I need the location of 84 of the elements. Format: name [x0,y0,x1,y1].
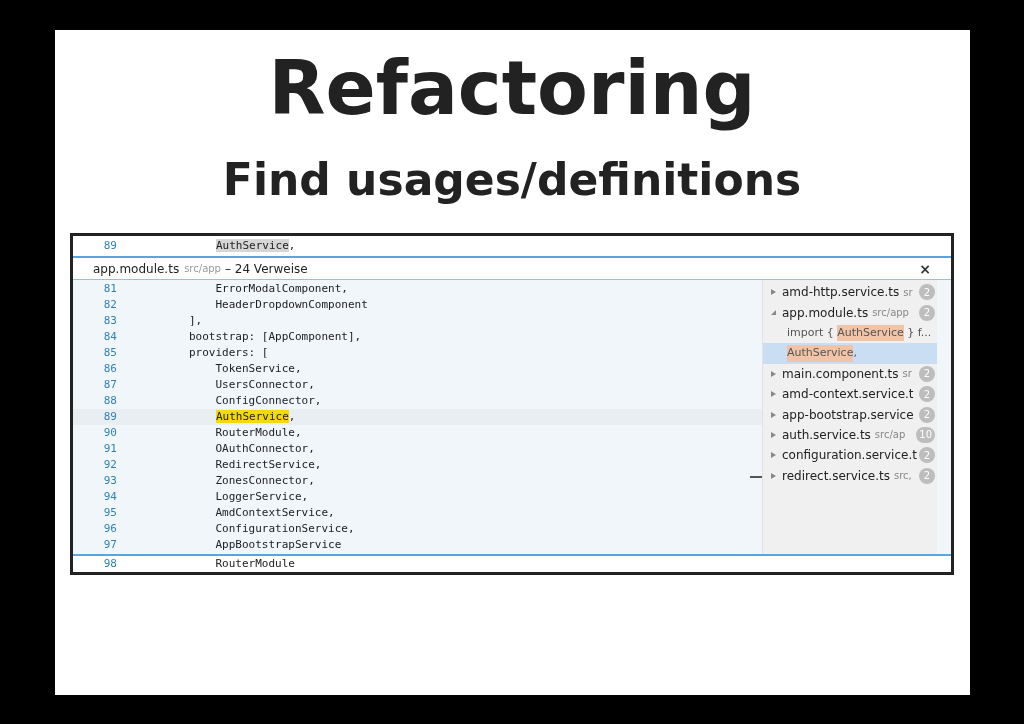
line-number: 83 [102,312,118,329]
slide-subtitle: Find usages/definitions [222,153,802,207]
line-number: 97 [102,536,118,553]
code-line: bootstrap: [AppComponent], [189,328,362,345]
line-number: 95 [102,504,118,521]
reference-file-item[interactable]: amd-context.service.t 2 [763,383,937,405]
reference-file-path: src/ap [874,428,906,443]
expanded-caret-icon[interactable] [771,309,776,316]
code-line: ConfigConnector, [214,392,322,409]
reference-file-name: main.component.ts [782,365,899,383]
code-line: RedirectService, [214,456,322,473]
reference-match-item[interactable]: AuthService, [763,343,937,364]
count-badge: 10 [916,426,935,443]
code-line: TokenService, [214,360,302,377]
code-line: UsersConnector, [214,376,315,393]
line-number: 98 [102,555,118,572]
line-number: 89 [102,237,118,254]
code-line: ErrorModalComponent, [214,280,348,297]
reference-file-item[interactable]: configuration.service.t 2 [763,445,937,466]
code-line: AmdContextService, [214,504,335,521]
peek-file-name: app.module.ts [93,260,180,278]
line-number: 87 [102,376,118,393]
slide-title: Refactoring [268,43,756,133]
reference-match-item[interactable]: import { AuthService } f... [763,322,937,344]
line-number: 86 [102,360,118,377]
reference-file-item[interactable]: redirect.service.ts src, 2 [763,465,937,486]
line-number: 93 [102,472,118,489]
collapsed-caret-icon[interactable] [771,431,776,438]
reference-file-name: amd-context.service.t [782,386,914,404]
line-number: 81 [102,280,118,297]
reference-file-name: auth.service.ts [782,426,871,444]
reference-file-path: src, [893,469,912,484]
reference-file-path: sr [902,367,912,382]
line-number: 88 [102,392,118,409]
line-number: 84 [102,328,118,345]
reference-file-item[interactable]: app-bootstrap.service 2 [763,404,937,425]
code-line: AuthService, [216,237,296,254]
line-number: 91 [102,440,118,457]
line-number: 92 [102,456,118,473]
close-button[interactable]: × [919,261,931,276]
code-line: HeaderDropdownComponent [214,296,368,313]
code-line: AuthService, [216,408,296,425]
code-line: AppBootstrapService [214,536,342,553]
code-line: ConfigurationService, [214,520,355,537]
count-badge: 2 [919,284,935,301]
reference-file-name: redirect.service.ts [782,467,890,485]
reference-file-path: sr [903,285,913,300]
reference-file-path: src/app [872,306,909,321]
collapsed-caret-icon[interactable] [771,411,776,418]
line-number: 96 [102,520,118,537]
code-line: ZonesConnector, [214,472,315,489]
collapsed-caret-icon[interactable] [771,452,776,459]
overview-marker [750,476,762,478]
reference-file-item[interactable]: auth.service.ts src/ap 10 [763,424,937,446]
code-line: providers: [ [189,344,269,361]
count-badge: 2 [919,467,935,484]
code-line: OAuthConnector, [214,440,315,457]
count-badge: 2 [919,304,935,321]
code-line: ], [189,312,203,329]
count-badge: 2 [919,406,935,423]
count-badge: 2 [919,447,935,464]
reference-file-name: amd-http.service.ts [782,284,900,302]
line-number: 85 [102,344,118,361]
code-line: RouterModule, [214,424,302,441]
collapsed-caret-icon[interactable] [771,289,776,296]
count-badge: 2 [919,365,935,382]
collapsed-caret-icon[interactable] [771,472,776,479]
line-number: 89 [102,408,118,425]
collapsed-caret-icon[interactable] [771,391,776,398]
reference-file-name: configuration.service.t [782,447,917,465]
peek-file-path: src/app [184,262,221,276]
reference-file-name: app.module.ts [782,304,869,322]
reference-file-item[interactable]: amd-http.service.ts sr 2 [763,282,937,303]
reference-file-name: app-bootstrap.service [782,406,914,424]
reference-file-item[interactable]: app.module.ts src/app 2 [763,302,937,323]
line-number: 90 [102,424,118,441]
reference-count: – 24 Verweise [224,260,308,278]
code-line: LoggerService, [214,488,309,505]
code-line: RouterModule [214,555,295,572]
count-badge: 2 [919,386,935,403]
reference-file-item[interactable]: main.component.ts sr 2 [763,363,937,384]
line-number: 82 [102,296,118,313]
collapsed-caret-icon[interactable] [771,370,776,377]
line-number: 94 [102,488,118,505]
